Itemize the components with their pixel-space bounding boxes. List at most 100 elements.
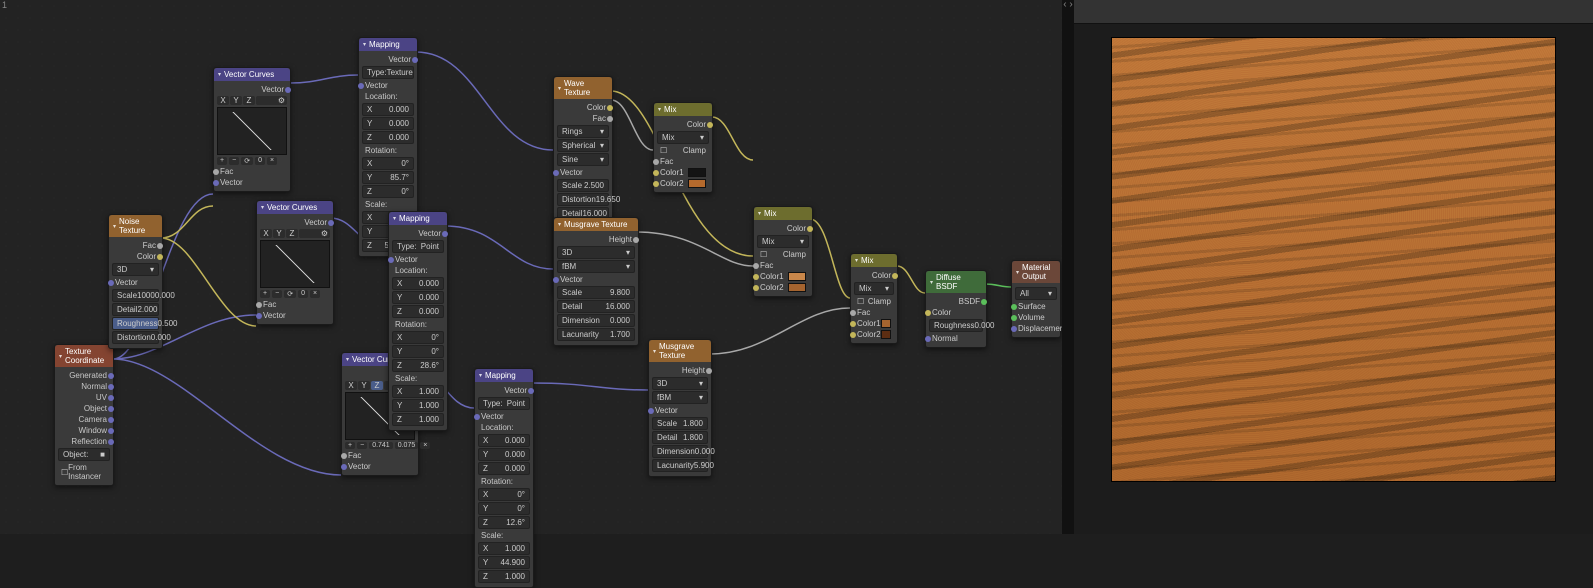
- curve-editor[interactable]: [217, 107, 287, 155]
- out-normal[interactable]: Normal: [58, 381, 110, 392]
- node-header[interactable]: ▾Texture Coordinate: [55, 345, 113, 367]
- blend-select[interactable]: Mix▾: [657, 131, 709, 144]
- blend-select[interactable]: Mix▾: [757, 235, 809, 248]
- node-header[interactable]: ▾Mix: [754, 207, 812, 220]
- in-fac[interactable]: Fac: [217, 166, 287, 177]
- in-vector[interactable]: Vector: [362, 80, 414, 91]
- color2[interactable]: Color2: [657, 178, 709, 189]
- axis-tabs[interactable]: XYZ⚙: [260, 229, 330, 238]
- node-header[interactable]: ▾Material Output: [1012, 261, 1060, 283]
- in-vector[interactable]: Vector: [112, 277, 159, 288]
- color1[interactable]: Color1: [757, 271, 809, 282]
- type-select[interactable]: Rings▾: [557, 125, 609, 138]
- object-picker[interactable]: Object:■: [58, 448, 110, 461]
- node-mix-3[interactable]: ▾Mix Color Mix▾ ☐Clamp Fac Color1 Color2: [850, 253, 898, 344]
- curve-toolbar[interactable]: +−0.7410.075×: [345, 442, 415, 449]
- node-header[interactable]: ▾Vector Curves: [257, 201, 333, 214]
- color1[interactable]: Color1: [657, 167, 709, 178]
- color2[interactable]: Color2: [854, 329, 894, 340]
- scale[interactable]: Scale10000.000: [112, 289, 159, 302]
- node-header[interactable]: ▾Mapping: [359, 38, 417, 51]
- in-fac[interactable]: Fac: [345, 450, 415, 461]
- out-color[interactable]: Color: [112, 251, 159, 262]
- loc-x[interactable]: X0.000: [362, 103, 414, 116]
- loc-y[interactable]: Y0.000: [362, 117, 414, 130]
- rot-z[interactable]: Z0°: [362, 185, 414, 198]
- in-vector[interactable]: Vector: [217, 177, 287, 188]
- rot-y[interactable]: Y85.7°: [362, 171, 414, 184]
- in-displacement[interactable]: Displacement: [1015, 323, 1057, 334]
- out-uv[interactable]: UV: [58, 392, 110, 403]
- roughness[interactable]: Roughness0.000: [929, 319, 983, 332]
- out-generated[interactable]: Generated: [58, 370, 110, 381]
- clamp-toggle[interactable]: ☐Clamp: [657, 145, 709, 156]
- in-vector[interactable]: Vector: [260, 310, 330, 321]
- in-color[interactable]: Color: [929, 307, 983, 318]
- in-surface[interactable]: Surface: [1015, 301, 1057, 312]
- out-fac[interactable]: Fac: [112, 240, 159, 251]
- type-select[interactable]: Type:Texture: [362, 66, 414, 79]
- loc-z[interactable]: Z0.000: [362, 131, 414, 144]
- node-editor[interactable]: 1 ▾Texture Coordinate Generated Normal U…: [0, 0, 1062, 534]
- dir-select[interactable]: Spherical▾: [557, 139, 609, 152]
- out-object[interactable]: Object: [58, 403, 110, 414]
- out-window[interactable]: Window: [58, 425, 110, 436]
- node-mix-1[interactable]: ▾Mix Color Mix▾ ☐Clamp Fac Color1 Color2: [653, 102, 713, 193]
- type-select[interactable]: Type:Point: [478, 397, 530, 410]
- node-header[interactable]: ▾Vector Curves: [214, 68, 290, 81]
- node-header[interactable]: ▾Mix: [851, 254, 897, 267]
- node-mix-2[interactable]: ▾Mix Color Mix▾ ☐Clamp Fac Color1 Color2: [753, 206, 813, 297]
- rot-x[interactable]: X0°: [362, 157, 414, 170]
- curve-toolbar[interactable]: +−⟳0×: [217, 157, 287, 165]
- dim-select[interactable]: 3D▾: [112, 263, 159, 276]
- preview-header[interactable]: [1074, 0, 1593, 24]
- node-texture-coordinate[interactable]: ▾Texture Coordinate Generated Normal UV …: [54, 344, 114, 486]
- node-mapping-3[interactable]: ▾Mapping Vector Type:Point Vector Locati…: [474, 368, 534, 588]
- detail[interactable]: Detail2.000: [112, 303, 159, 316]
- node-noise-texture[interactable]: ▾Noise Texture Fac Color 3D▾ Vector Scal…: [108, 214, 163, 349]
- node-header[interactable]: ▾Diffuse BSDF: [926, 271, 986, 293]
- node-vector-curves-1[interactable]: ▾Vector Curves Vector XYZ⚙ +−⟳0× Fac Vec…: [213, 67, 291, 192]
- in-vector[interactable]: Vector: [345, 461, 415, 472]
- clamp-toggle[interactable]: ☐Clamp: [854, 296, 894, 307]
- node-header[interactable]: ▾Musgrave Texture: [554, 218, 638, 231]
- dim-select[interactable]: 3D▾: [557, 246, 635, 259]
- curve-editor[interactable]: [260, 240, 330, 288]
- roughness[interactable]: Roughness0.500: [112, 317, 159, 330]
- blend-select[interactable]: Mix▾: [854, 282, 894, 295]
- node-vector-curves-2[interactable]: ▾Vector Curves Vector XYZ⚙ +−⟳0× Fac Vec…: [256, 200, 334, 325]
- type-select[interactable]: fBM▾: [557, 260, 635, 273]
- node-material-output[interactable]: ▾Material Output All▾ Surface Volume Dis…: [1011, 260, 1061, 338]
- color1[interactable]: Color1: [854, 318, 894, 329]
- curve-toolbar[interactable]: +−⟳0×: [260, 290, 330, 298]
- out-camera[interactable]: Camera: [58, 414, 110, 425]
- node-musgrave-2[interactable]: ▾Musgrave Texture Height 3D▾ fBM▾ Vector…: [648, 339, 712, 477]
- profile-select[interactable]: Sine▾: [557, 153, 609, 166]
- node-header[interactable]: ▾Wave Texture: [554, 77, 612, 99]
- from-instancer-toggle[interactable]: ☐From Instancer: [58, 462, 110, 482]
- node-header[interactable]: ▾Mapping: [475, 369, 533, 382]
- type-select[interactable]: fBM▾: [652, 391, 708, 404]
- target-select[interactable]: All▾: [1015, 287, 1057, 300]
- clamp-toggle[interactable]: ☐Clamp: [757, 249, 809, 260]
- type-select[interactable]: Type:Point: [392, 240, 444, 253]
- out-vector[interactable]: Vector: [217, 84, 287, 95]
- in-fac[interactable]: Fac: [260, 299, 330, 310]
- distortion[interactable]: Distortion0.000: [112, 331, 159, 344]
- color2[interactable]: Color2: [757, 282, 809, 293]
- node-header[interactable]: ▾Mapping: [389, 212, 447, 225]
- node-musgrave-1[interactable]: ▾Musgrave Texture Height 3D▾ fBM▾ Vector…: [553, 217, 639, 346]
- node-header[interactable]: ▾Mix: [654, 103, 712, 116]
- out-reflection[interactable]: Reflection: [58, 436, 110, 447]
- in-normal[interactable]: Normal: [929, 333, 983, 344]
- node-mapping-2[interactable]: ▾Mapping Vector Type:Point Vector Locati…: [388, 211, 448, 431]
- preview-pane: [1074, 0, 1593, 534]
- in-volume[interactable]: Volume: [1015, 312, 1057, 323]
- node-diffuse-bsdf[interactable]: ▾Diffuse BSDF BSDF Color Roughness0.000 …: [925, 270, 987, 348]
- axis-tabs[interactable]: XYZ⚙: [217, 96, 287, 105]
- node-header[interactable]: ▾Noise Texture: [109, 215, 162, 237]
- dim-select[interactable]: 3D▾: [652, 377, 708, 390]
- split-handle[interactable]: ‹ ›: [1062, 0, 1074, 534]
- collapse-icon[interactable]: ▾: [59, 353, 62, 360]
- node-header[interactable]: ▾Musgrave Texture: [649, 340, 711, 362]
